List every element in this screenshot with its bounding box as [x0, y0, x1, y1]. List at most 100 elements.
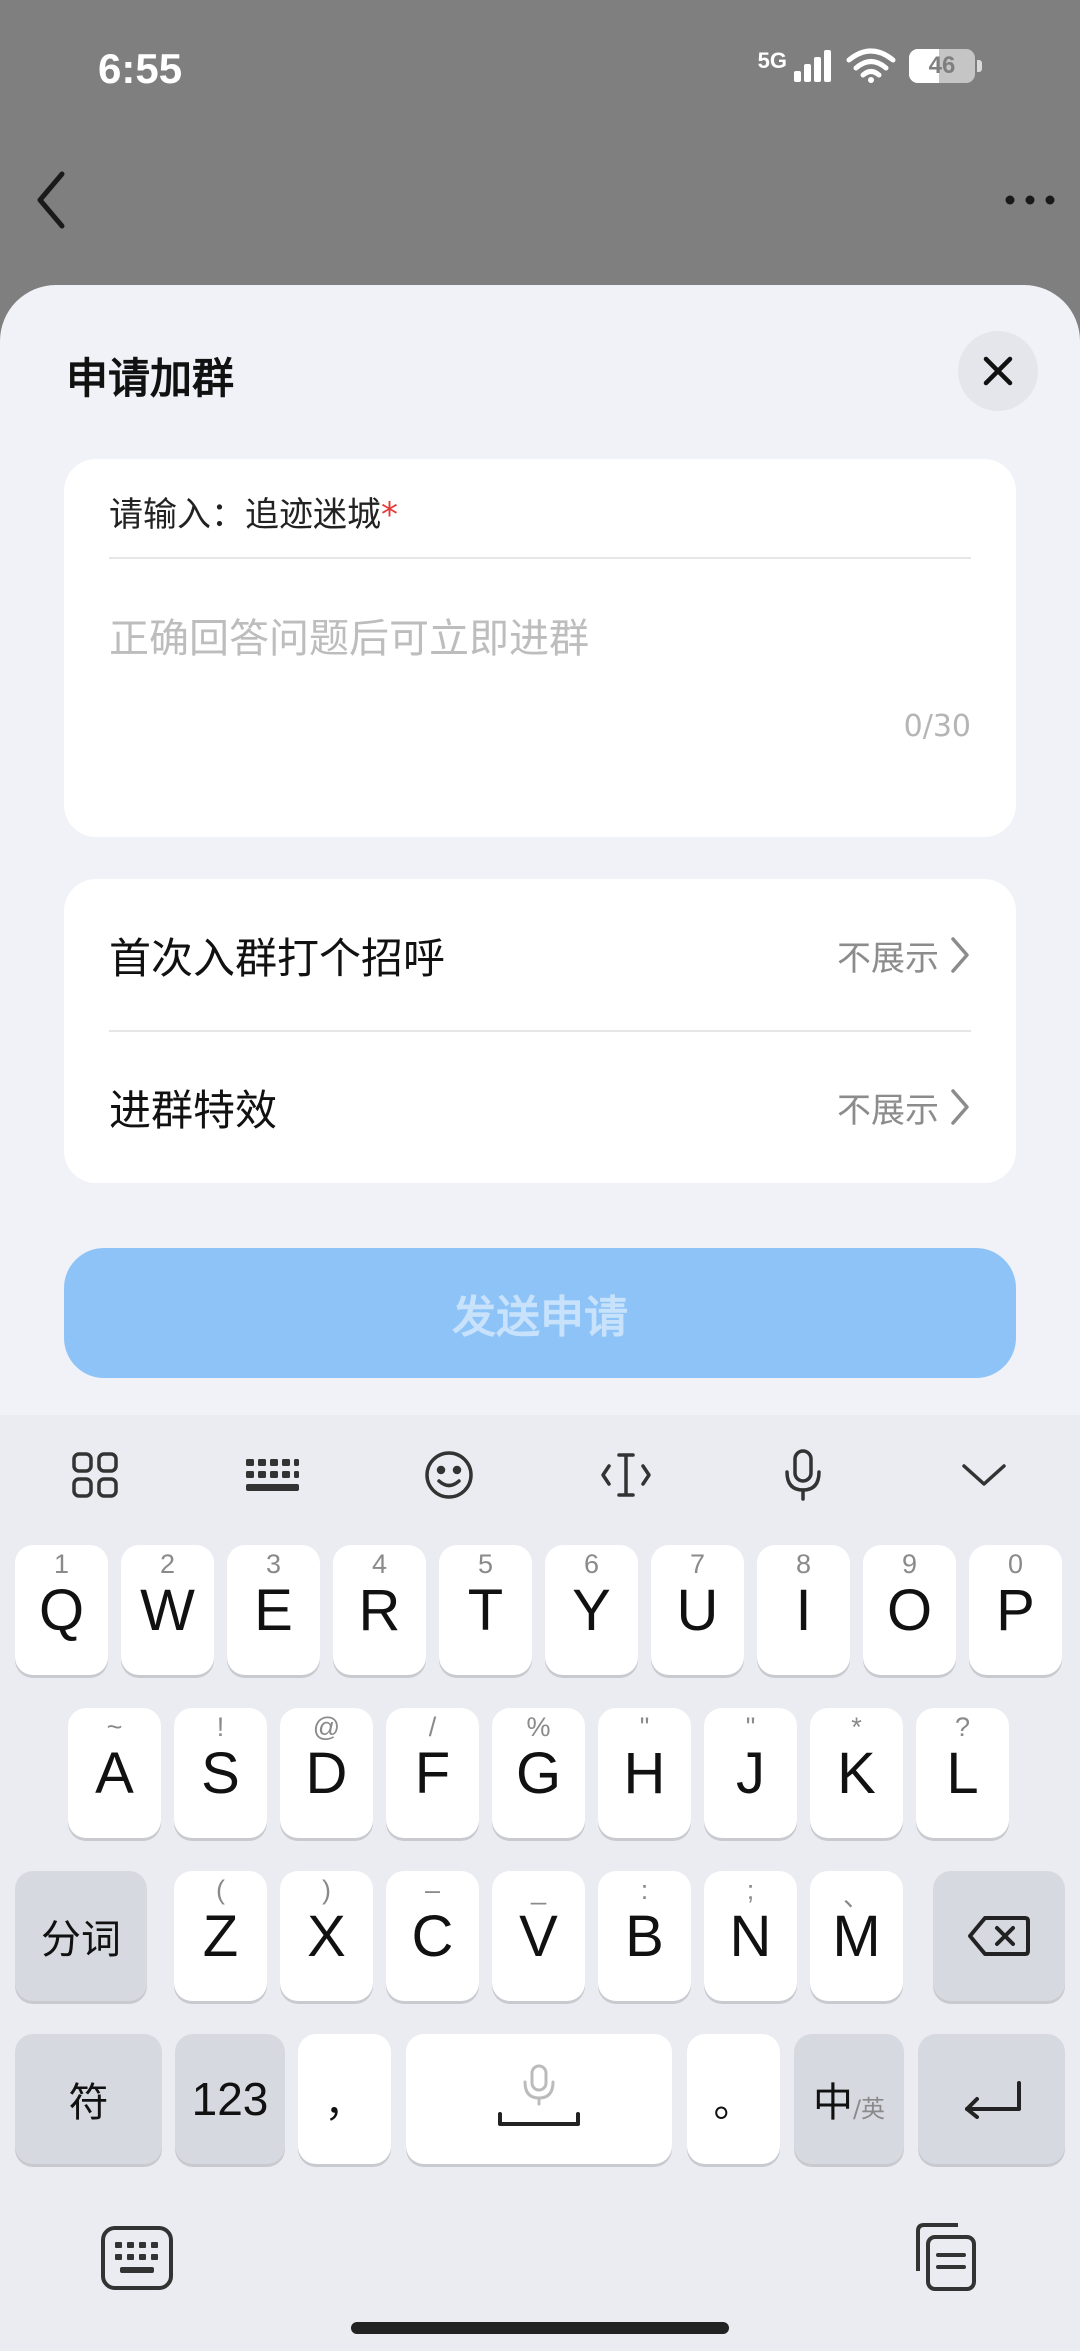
key-s[interactable]: ! S: [174, 1708, 267, 1838]
key-o[interactable]: 9O: [863, 1545, 956, 1675]
key-d[interactable]: @ D: [280, 1708, 373, 1838]
battery-cap: [977, 60, 982, 72]
answer-input[interactable]: [109, 599, 971, 679]
sheet-title: 申请加群: [66, 354, 235, 403]
key-label: 。: [713, 2080, 754, 2126]
question-label: 请输入：追迹迷城*: [109, 487, 398, 536]
key-w[interactable]: 2W: [121, 1545, 214, 1675]
key-label: 123: [191, 2073, 269, 2125]
key-l[interactable]: ? L: [916, 1708, 1009, 1838]
join-group-sheet: 申请加群 请输入：追迹迷城* 0/30 首次入群打个招呼 不展示 进群特效 不展…: [0, 285, 1080, 1415]
clipboard-icon[interactable]: [908, 2221, 980, 2293]
key-x[interactable]: ) X: [280, 1871, 373, 2001]
key-y[interactable]: 6Y: [545, 1545, 638, 1675]
key-sub: –: [424, 1875, 441, 1905]
keyboard-switch-icon[interactable]: [100, 2225, 174, 2291]
send-request-button[interactable]: 发送申请: [64, 1248, 1016, 1378]
keyboard-layout-icon[interactable]: [242, 1445, 302, 1505]
key-sub: 1: [53, 1549, 70, 1579]
key-label: C: [411, 1903, 454, 1969]
key-g[interactable]: % G: [492, 1708, 585, 1838]
key-b[interactable]: :B: [598, 1871, 691, 2001]
comma-key[interactable]: ，: [298, 2034, 391, 2164]
emoji-icon[interactable]: [419, 1445, 479, 1505]
signal-icon: [794, 50, 831, 82]
option-value: 不展示: [837, 938, 939, 979]
key-n[interactable]: ; N: [704, 1871, 797, 2001]
key-t[interactable]: 5T: [439, 1545, 532, 1675]
key-label: B: [625, 1903, 664, 1969]
enter-icon: [964, 2081, 1021, 2119]
key-u[interactable]: 7U: [651, 1545, 744, 1675]
options-card: 首次入群打个招呼 不展示 进群特效 不展示: [64, 879, 1016, 1183]
key-sub: 4: [371, 1549, 388, 1579]
home-indicator[interactable]: [351, 2322, 729, 2334]
key-sub: 5: [477, 1549, 494, 1579]
space-key[interactable]: [406, 2034, 672, 2164]
backspace-key[interactable]: [933, 1871, 1065, 2001]
key-sub: _: [530, 1875, 547, 1905]
key-label: N: [729, 1903, 772, 1969]
symbol-key[interactable]: 符: [15, 2034, 162, 2164]
key-q[interactable]: 1Q: [15, 1545, 108, 1675]
period-key[interactable]: 。: [687, 2034, 780, 2164]
key-sub: 6: [583, 1549, 600, 1579]
key-f[interactable]: / F: [386, 1708, 479, 1838]
key-label: O: [886, 1577, 933, 1643]
key-label: V: [519, 1903, 558, 1969]
key-label: H: [623, 1740, 666, 1806]
key-sub: ~: [106, 1712, 123, 1742]
text-cursor-icon[interactable]: [596, 1445, 656, 1505]
key-label: L: [946, 1740, 979, 1806]
option-label: 进群特效: [109, 1085, 278, 1135]
key-label: E: [254, 1577, 293, 1643]
key-label: F: [414, 1740, 451, 1806]
key-sub: ;: [746, 1875, 755, 1905]
close-icon: [983, 356, 1013, 386]
chevron-right-icon: [951, 1089, 969, 1125]
more-horizontal-icon[interactable]: [1000, 180, 1060, 220]
close-button[interactable]: [958, 331, 1038, 411]
divider: [109, 557, 971, 559]
key-j[interactable]: " J: [704, 1708, 797, 1838]
key-sub: 、: [843, 1882, 870, 1912]
key-sub: /: [428, 1712, 437, 1742]
apps-grid-icon[interactable]: [65, 1445, 125, 1505]
segment-key[interactable]: 分词: [15, 1871, 147, 2001]
key-h[interactable]: " H: [598, 1708, 691, 1838]
key-label: G: [515, 1740, 562, 1806]
chevron-left-icon[interactable]: [28, 168, 76, 232]
option-join-effect[interactable]: 进群特效 不展示: [64, 1031, 1016, 1183]
required-mark: *: [381, 495, 398, 535]
language-switch-key[interactable]: 中 /英: [794, 2034, 904, 2164]
key-label: ，: [324, 2080, 365, 2126]
key-sub: %: [526, 1712, 551, 1742]
number-key[interactable]: 123: [175, 2034, 285, 2164]
key-r[interactable]: 4R: [333, 1545, 426, 1675]
enter-key[interactable]: [918, 2034, 1065, 2164]
key-m[interactable]: 、 M: [810, 1871, 903, 2001]
key-e[interactable]: 3E: [227, 1545, 320, 1675]
key-c[interactable]: – C: [386, 1871, 479, 2001]
key-k[interactable]: * K: [810, 1708, 903, 1838]
key-label: P: [996, 1577, 1035, 1643]
key-p[interactable]: 0P: [969, 1545, 1062, 1675]
key-label: X: [307, 1903, 346, 1969]
key-label: Z: [202, 1903, 239, 1969]
microphone-icon[interactable]: [773, 1445, 833, 1505]
keyboard-toolbar: [0, 1415, 1080, 1535]
key-label: 分词: [41, 1917, 121, 1963]
key-a[interactable]: ~ A: [68, 1708, 161, 1838]
key-z[interactable]: (Z: [174, 1871, 267, 2001]
status-icons: 5G 46: [758, 48, 982, 84]
collapse-chevron-icon[interactable]: [954, 1445, 1014, 1505]
key-sub: ": [639, 1712, 650, 1742]
key-sub: 0: [1007, 1549, 1024, 1579]
key-v[interactable]: _ V: [492, 1871, 585, 2001]
key-label: T: [467, 1577, 504, 1643]
chevron-right-icon: [951, 937, 969, 973]
option-greeting[interactable]: 首次入群打个招呼 不展示: [64, 879, 1016, 1031]
battery-indicator: 46: [909, 49, 975, 83]
key-i[interactable]: 8I: [757, 1545, 850, 1675]
key-label: 中: [812, 2080, 853, 2126]
